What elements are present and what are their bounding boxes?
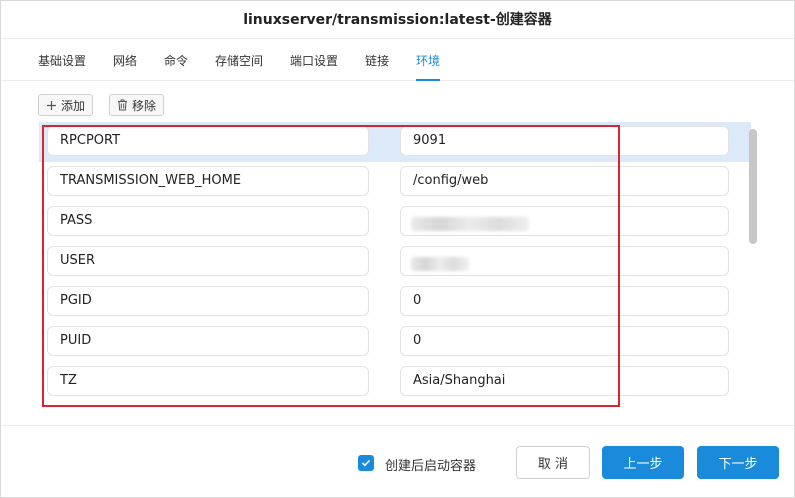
list-scrollbar[interactable] [749, 129, 757, 244]
tab-links[interactable]: 链接 [365, 52, 389, 69]
env-value-input[interactable]: Asia/Shanghai [400, 366, 729, 396]
trash-icon [117, 99, 128, 111]
remove-button-label: 移除 [132, 98, 157, 113]
remove-button[interactable]: 移除 [109, 94, 165, 116]
env-var-row[interactable]: TZ Asia/Shanghai [39, 362, 751, 402]
env-key-input[interactable]: PUID [47, 326, 369, 356]
prev-step-button[interactable]: 上一步 [602, 446, 684, 479]
env-value-input[interactable]: 9091 [400, 126, 729, 156]
add-button[interactable]: 添加 [38, 94, 94, 116]
redacted-value [411, 217, 529, 231]
env-value-input[interactable]: 0 [400, 326, 729, 356]
create-container-dialog: linuxserver/transmission:latest-创建容器 基础设… [0, 0, 795, 498]
tab-port-settings[interactable]: 端口设置 [290, 52, 338, 69]
start-after-create-label[interactable]: 创建后启动容器 [385, 455, 476, 474]
tab-basic-settings[interactable]: 基础设置 [38, 52, 86, 69]
env-value-input[interactable] [400, 206, 729, 236]
env-var-row[interactable]: RPCPORT 9091 [39, 122, 751, 162]
dialog-title: linuxserver/transmission:latest-创建容器 [1, 1, 794, 39]
env-value-input[interactable]: 0 [400, 286, 729, 316]
env-var-row[interactable]: PGID 0 [39, 282, 751, 322]
env-var-row[interactable]: TRANSMISSION_WEB_HOME/config/web [39, 162, 751, 202]
add-button-label: 添加 [61, 98, 86, 113]
checkmark-icon [361, 459, 371, 467]
next-step-button[interactable]: 下一步 [697, 446, 779, 479]
start-after-create-checkbox[interactable] [358, 455, 374, 471]
tab-command[interactable]: 命令 [164, 52, 188, 69]
env-key-input[interactable]: PGID [47, 286, 369, 316]
tab-bar: 基础设置 网络 命令 存储空间 端口设置 链接 环境 [1, 39, 794, 81]
env-key-input[interactable]: RPCPORT [47, 126, 369, 156]
plus-icon [46, 100, 57, 111]
env-key-input[interactable]: USER [47, 246, 369, 276]
redacted-value [411, 257, 469, 271]
env-var-row[interactable]: PASS [39, 202, 751, 242]
env-value-input[interactable]: /config/web [400, 166, 729, 196]
env-var-list: RPCPORT 9091 TRANSMISSION_WEB_HOME/config/… [39, 122, 751, 402]
env-value-input[interactable] [400, 246, 729, 276]
tab-storage[interactable]: 存储空间 [215, 52, 263, 69]
tab-environment[interactable]: 环境 [416, 52, 441, 81]
cancel-button[interactable]: 取 消 [516, 446, 590, 479]
env-key-input[interactable]: TRANSMISSION_WEB_HOME [47, 166, 369, 196]
env-key-input[interactable]: PASS [47, 206, 369, 236]
env-var-row[interactable]: USER [39, 242, 751, 282]
tab-network[interactable]: 网络 [113, 52, 137, 69]
env-key-input[interactable]: TZ [47, 366, 369, 396]
env-var-row[interactable]: PUID 0 [39, 322, 751, 362]
